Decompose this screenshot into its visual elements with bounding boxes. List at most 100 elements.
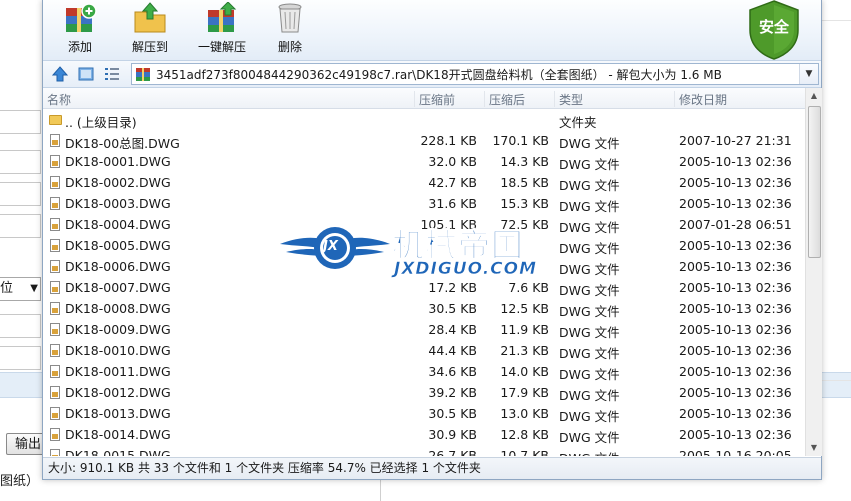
background-input[interactable] (0, 314, 41, 338)
file-type: DWG 文件 (559, 448, 620, 456)
file-name: DK18-0004.DWG (65, 217, 171, 232)
file-type: DWG 文件 (559, 409, 620, 424)
file-row[interactable]: DK18-0009.DWG 28.4 KB 11.9 KB DWG 文件 2005-10… (43, 319, 805, 340)
scroll-down-icon[interactable]: ▼ (806, 440, 822, 456)
file-row[interactable]: DK18-00总图.DWG 228.1 KB 170.1 KB DWG 文件 2007-… (43, 130, 805, 151)
file-name: DK18-0008.DWG (65, 301, 171, 316)
column-size-before[interactable]: 压缩前 (414, 91, 487, 107)
file-name: DK18-0002.DWG (65, 175, 171, 190)
file-row[interactable]: DK18-0015.DWG 26.7 KB 10.7 KB DWG 文件 2005-10… (43, 445, 805, 456)
column-size-after[interactable]: 压缩后 (484, 91, 557, 107)
column-name[interactable]: 名称 (43, 91, 417, 107)
modified-date: 2005-10-13 02:36 (679, 280, 792, 295)
file-row[interactable]: DK18-0007.DWG 17.2 KB 7.6 KB DWG 文件 2005-10-… (43, 277, 805, 298)
file-row[interactable]: DK18-0008.DWG 30.5 KB 12.5 KB DWG 文件 2005-10… (43, 298, 805, 319)
modified-date: 2005-10-13 02:36 (679, 259, 792, 274)
file-name: DK18-0003.DWG (65, 196, 171, 211)
modified-date: 2005-10-13 02:36 (679, 238, 792, 253)
size-after: 7.6 KB (508, 280, 549, 295)
chevron-down-icon[interactable]: ▼ (799, 64, 818, 84)
one-click-extract-button-label: 一键解压 (197, 40, 246, 54)
dwg-file-icon (49, 301, 61, 316)
dwg-file-icon (49, 343, 61, 358)
file-row[interactable]: DK18-0001.DWG 32.0 KB 14.3 KB DWG 文件 2005-10… (43, 151, 805, 172)
size-before: 39.2 KB (428, 385, 477, 400)
add-button[interactable]: 添加 (47, 2, 113, 58)
file-type: DWG 文件 (559, 346, 620, 361)
size-before: 30.5 KB (428, 301, 477, 316)
size-after: 21.3 KB (500, 343, 549, 358)
dwg-file-icon (49, 259, 61, 274)
file-row[interactable]: DK18-0002.DWG 42.7 KB 18.5 KB DWG 文件 2005-10… (43, 172, 805, 193)
divider (380, 478, 381, 501)
file-type: DWG 文件 (559, 304, 620, 319)
status-bar: 大小: 910.1 KB 共 33 个文件和 1 个文件夹 压缩率 54.7% … (43, 457, 821, 479)
file-type: DWG 文件 (559, 283, 620, 298)
dwg-file-icon (49, 385, 61, 400)
size-before: 228.1 KB (420, 133, 477, 148)
size-after: 11.9 KB (500, 322, 549, 337)
size-before: 42.7 KB (428, 175, 477, 190)
file-row[interactable]: DK18-0010.DWG 44.4 KB 21.3 KB DWG 文件 2005-10… (43, 340, 805, 361)
security-shield[interactable]: 安全 (748, 0, 800, 60)
background-select-value: 位 (0, 281, 14, 296)
modified-date: 2005-10-13 02:36 (679, 385, 792, 400)
file-type: DWG 文件 (559, 199, 620, 214)
rar-archive-icon (135, 66, 151, 82)
add-button-label: 添加 (67, 40, 92, 54)
one-click-extract-icon (204, 1, 240, 34)
modified-date: 2005-10-13 02:36 (679, 196, 792, 211)
output-button[interactable]: 输出 (6, 433, 46, 455)
file-name: DK18-0007.DWG (65, 280, 171, 295)
extract-to-button[interactable]: 解压到 (117, 2, 183, 58)
archive-path: 3451adf273f8004844290362c49198c7.rar\DK1… (156, 68, 722, 82)
file-row[interactable]: DK18-0011.DWG 34.6 KB 14.0 KB DWG 文件 2005-10… (43, 361, 805, 382)
path-field[interactable]: 3451adf273f8004844290362c49198c7.rar\DK1… (131, 63, 819, 85)
file-name: DK18-00总图.DWG (65, 136, 180, 151)
file-row[interactable]: DK18-0014.DWG 30.9 KB 12.8 KB DWG 文件 2005-10… (43, 424, 805, 445)
dwg-file-icon (49, 196, 61, 211)
dwg-file-icon (49, 238, 61, 253)
column-modified-date[interactable]: 修改日期 (674, 91, 809, 107)
background-input[interactable] (0, 214, 41, 238)
scroll-thumb[interactable] (808, 106, 821, 258)
view-list-icon[interactable] (103, 65, 121, 83)
dwg-file-icon (49, 154, 61, 169)
background-select[interactable]: 位 ▼ (0, 277, 41, 301)
size-after: 12.5 KB (500, 301, 549, 316)
file-row[interactable]: DK18-0012.DWG 39.2 KB 17.9 KB DWG 文件 2005-10… (43, 382, 805, 403)
background-input[interactable] (0, 110, 41, 134)
modified-date: 2005-10-13 02:36 (679, 154, 792, 169)
file-row[interactable]: DK18-0003.DWG 31.6 KB 15.3 KB DWG 文件 2005-10… (43, 193, 805, 214)
size-before: 34.6 KB (428, 364, 477, 379)
delete-button[interactable]: 删除 (257, 2, 323, 58)
size-after: 14.0 KB (500, 364, 549, 379)
file-type: DWG 文件 (559, 367, 620, 382)
size-before: 44.4 KB (428, 343, 477, 358)
background-input[interactable] (0, 150, 41, 174)
background-input[interactable] (0, 346, 41, 370)
column-type[interactable]: 类型 (554, 91, 677, 107)
size-before: 26.7 KB (428, 448, 477, 456)
size-after: 12.8 KB (500, 427, 549, 442)
size-before: 105.1 KB (420, 217, 477, 232)
vertical-scrollbar[interactable]: ▲ ▼ (805, 88, 822, 456)
one-click-extract-button[interactable]: 一键解压 (189, 1, 255, 58)
file-row[interactable]: DK18-0006.DWG DWG 文件 2005-10-13 02:36 (43, 256, 805, 277)
file-type: DWG 文件 (559, 220, 620, 235)
scroll-up-icon[interactable]: ▲ (806, 88, 822, 104)
view-thumbnail-icon[interactable] (77, 65, 95, 83)
security-label: 安全 (758, 18, 789, 36)
modified-date: 2007-10-27 21:31 (679, 133, 792, 148)
file-row[interactable]: DK18-0013.DWG 30.5 KB 13.0 KB DWG 文件 2005-10… (43, 403, 805, 424)
up-arrow-icon[interactable] (51, 65, 69, 83)
file-row[interactable]: DK18-0005.DWG DWG 文件 2005-10-13 02:36 (43, 235, 805, 256)
parent-folder-row[interactable]: .. (上级目录) 文件夹 (43, 109, 805, 130)
file-name: DK18-0009.DWG (65, 322, 171, 337)
archive-window: 添加 解压到 一键解压 删除 安全 3451adf273f80048442903… (42, 0, 822, 480)
modified-date: 2005-10-13 02:36 (679, 364, 792, 379)
file-type: 文件夹 (559, 115, 597, 130)
background-input[interactable] (0, 182, 41, 206)
file-row[interactable]: DK18-0004.DWG 105.1 KB 72.5 KB DWG 文件 2007-0… (43, 214, 805, 235)
size-before: 17.2 KB (428, 280, 477, 295)
